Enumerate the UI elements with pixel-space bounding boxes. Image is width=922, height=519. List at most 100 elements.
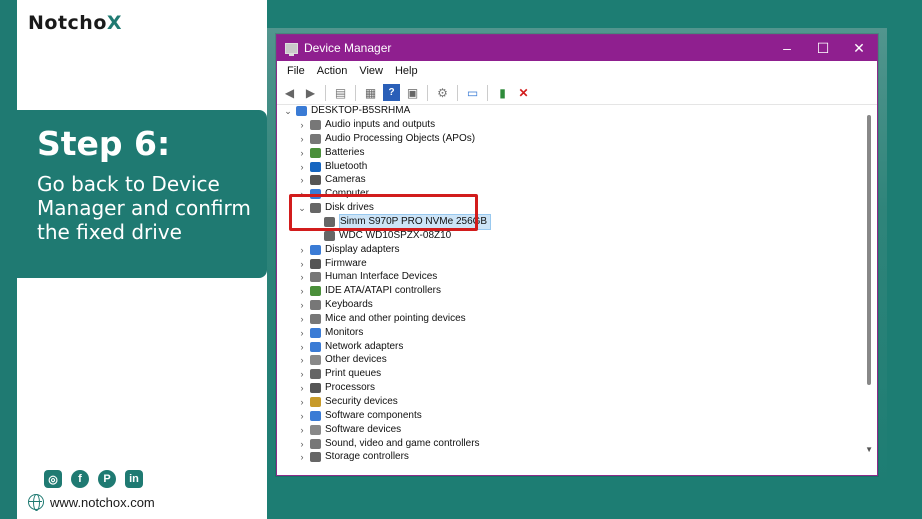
tree-category-item[interactable]: › Security devices [297, 395, 398, 409]
tree-category-item[interactable]: › Batteries [297, 146, 364, 160]
tree-category-item[interactable]: › Audio inputs and outputs [297, 118, 435, 132]
menu-action[interactable]: Action [311, 65, 354, 77]
website-link[interactable]: www.notchox.com [28, 494, 155, 511]
show-hide-tree-icon[interactable]: ▤ [332, 84, 349, 101]
tree-category-item[interactable]: › Software devices [297, 423, 401, 437]
tree-category-item[interactable]: › Display adapters [297, 243, 399, 257]
chevron-right-icon[interactable]: › [297, 328, 307, 338]
tree-category-item[interactable]: › IDE ATA/ATAPI controllers [297, 284, 441, 298]
pinterest-icon[interactable]: P [98, 470, 116, 488]
chevron-down-icon[interactable]: ⌄ [283, 106, 293, 117]
tree-category-item[interactable]: › Monitors [297, 326, 363, 340]
chevron-right-icon[interactable]: › [297, 175, 307, 185]
menu-file[interactable]: File [281, 65, 311, 77]
properties-icon[interactable]: ▦ [362, 84, 379, 101]
security-icon [310, 397, 321, 407]
tree-category-item[interactable]: › Storage controllers [297, 450, 409, 464]
brand-logo: NotchoX [28, 12, 122, 34]
tree-item-label: Firmware [325, 257, 367, 269]
chevron-right-icon[interactable]: › [297, 355, 307, 365]
toolbar: ◀ ▶ ▤ ▦ ? ▣ ⚙ ▭ ▮ ✕ [277, 81, 877, 105]
chevron-right-icon[interactable]: › [297, 162, 307, 172]
computer-icon [296, 106, 307, 116]
chevron-right-icon[interactable]: › [297, 300, 307, 310]
tree-item-label: Display adapters [325, 243, 400, 255]
tree-category-item[interactable]: › Other devices [297, 353, 387, 367]
add-driver-icon[interactable]: ▮ [494, 84, 511, 101]
highlight-box [289, 194, 478, 231]
chevron-right-icon[interactable]: › [297, 425, 307, 435]
tree-item-label: Human Interface Devices [325, 271, 438, 283]
scan-hardware-icon[interactable]: ▭ [464, 84, 481, 101]
tree-item-label: Cameras [325, 174, 366, 186]
speaker-icon [310, 120, 321, 130]
chevron-right-icon[interactable]: › [297, 120, 307, 130]
maximize-button[interactable]: ☐ [805, 35, 841, 61]
tree-category-item[interactable]: › Processors [297, 381, 375, 395]
title-bar: Device Manager – ☐ ✕ [277, 35, 877, 61]
chevron-right-icon[interactable]: › [297, 314, 307, 324]
monitor-icon [310, 327, 321, 338]
linkedin-icon[interactable]: in [125, 470, 143, 488]
chevron-right-icon[interactable]: › [297, 259, 307, 269]
back-icon[interactable]: ◀ [281, 84, 298, 101]
network-icon [310, 341, 321, 352]
chevron-right-icon[interactable]: › [297, 272, 307, 282]
device-tree: ⌄ DESKTOP-B5SRHMA › Audio inputs and outp… [277, 104, 863, 475]
tree-category-item[interactable]: › Software components [297, 409, 422, 423]
tree-item-label: Mice and other pointing devices [325, 312, 466, 324]
menu-help[interactable]: Help [389, 65, 424, 77]
close-button[interactable]: ✕ [841, 35, 877, 61]
update-driver-icon[interactable]: ⚙ [434, 84, 451, 101]
keyboard-icon [310, 300, 321, 311]
tree-category-item[interactable]: › Bluetooth [297, 160, 367, 174]
chevron-right-icon[interactable]: › [297, 439, 307, 449]
tree-category-item[interactable]: › Cameras [297, 173, 366, 187]
chevron-right-icon[interactable]: › [297, 286, 307, 296]
chevron-right-icon[interactable]: › [297, 245, 307, 255]
tree-category-item[interactable]: › Print queues [297, 367, 381, 381]
battery-icon [310, 147, 321, 158]
tree-category-item[interactable]: › Firmware [297, 257, 367, 271]
tree-item-label: Network adapters [325, 340, 404, 352]
storage-icon [310, 452, 321, 463]
device-manager-icon [285, 42, 298, 56]
scrollbar[interactable] [867, 115, 871, 385]
forward-icon[interactable]: ▶ [302, 84, 319, 101]
tree-category-item[interactable]: › Mice and other pointing devices [297, 312, 466, 326]
tree-category-item[interactable]: › Network adapters [297, 340, 403, 354]
tree-category-item[interactable]: › Keyboards [297, 298, 373, 312]
facebook-icon[interactable]: f [71, 470, 89, 488]
tree-item-label: Software components [325, 409, 422, 421]
left-accent-strip [0, 0, 17, 519]
menu-view[interactable]: View [353, 65, 389, 77]
tree-category-item[interactable]: › Sound, video and game controllers [297, 437, 480, 451]
tree-item-label: Security devices [325, 396, 398, 407]
chevron-right-icon[interactable]: › [297, 411, 307, 421]
tree-item-label: Audio inputs and outputs [325, 119, 436, 130]
minimize-button[interactable]: – [769, 35, 805, 61]
chip-icon [310, 258, 321, 269]
tree-root-label: DESKTOP-B5SRHMA [311, 105, 411, 116]
chevron-right-icon[interactable]: › [297, 452, 307, 462]
chevron-right-icon[interactable]: › [297, 134, 307, 144]
uninstall-icon[interactable]: ✕ [515, 84, 532, 101]
chevron-right-icon[interactable]: › [297, 383, 307, 393]
scroll-down-icon[interactable]: ▼ [865, 445, 873, 454]
help-icon[interactable]: ? [383, 84, 400, 101]
tree-category-item[interactable]: › Human Interface Devices [297, 270, 437, 284]
toolbar-divider [487, 84, 488, 101]
logo-x: X [106, 12, 123, 34]
chevron-right-icon[interactable]: › [297, 148, 307, 158]
chevron-right-icon[interactable]: › [297, 342, 307, 352]
instagram-icon[interactable]: ◎ [44, 470, 62, 488]
chevron-right-icon[interactable]: › [297, 369, 307, 379]
details-icon[interactable]: ▣ [404, 84, 421, 101]
tree-root[interactable]: ⌄ DESKTOP-B5SRHMA [283, 104, 410, 118]
tree-category-item[interactable]: › Audio Processing Objects (APOs) [297, 132, 475, 146]
social-links: ◎ f P in [44, 470, 143, 488]
chevron-right-icon[interactable]: › [297, 397, 307, 407]
speaker-icon [310, 438, 321, 449]
cpu-icon [310, 383, 321, 394]
software-icon [310, 424, 321, 435]
